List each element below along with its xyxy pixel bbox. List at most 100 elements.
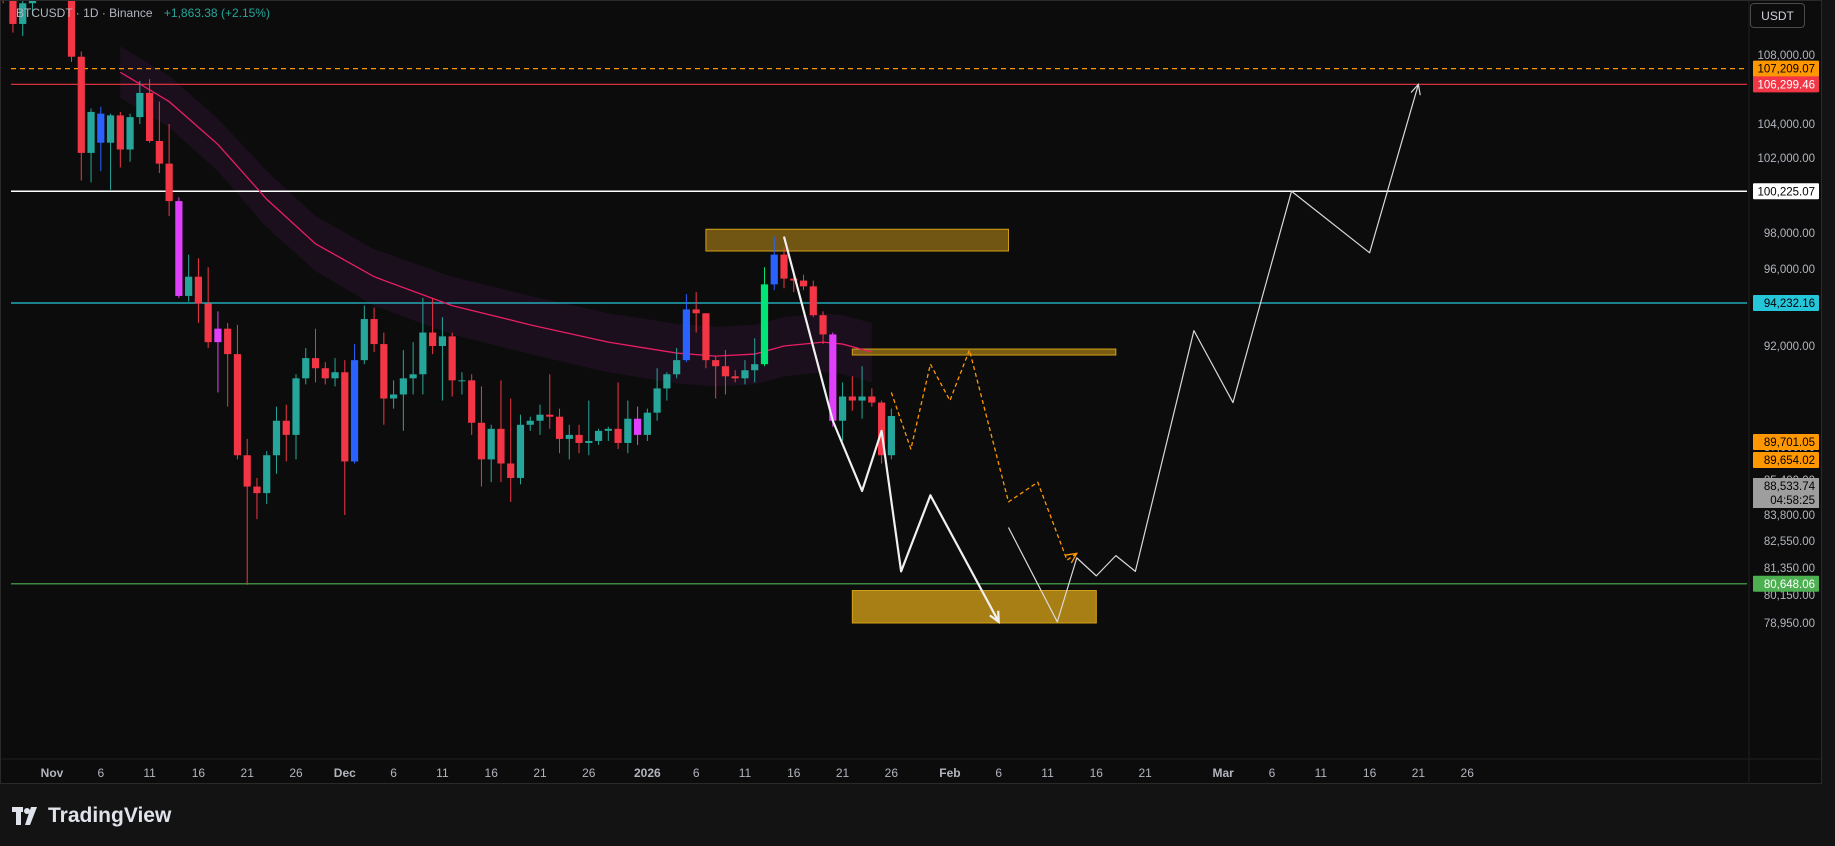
candle-2025-11-21 — [243, 438, 251, 585]
candle-body — [643, 412, 651, 435]
price-chart[interactable]: 108,000.00 104,000.00 102,000.00 98,000.00 9… — [1, 1, 1823, 785]
candle-body — [224, 328, 232, 355]
candle-2025-11-29 — [321, 362, 329, 385]
candle-body — [858, 396, 866, 401]
tradingview-brand[interactable]: TradingView — [12, 804, 171, 828]
time-axis: Nov 6 11 16 21 26 Dec 6 11 16 21 26 2026 6 11 16 21 26 Feb… — [1, 758, 1823, 780]
candle-2025-12-19 — [516, 414, 525, 485]
candle-body — [731, 376, 739, 379]
time-tick-label: 11 — [1315, 766, 1328, 780]
price-label-0: 107,209.07 — [1753, 60, 1819, 77]
candle-2026-01-24 — [868, 388, 876, 407]
candle-2025-11-22 — [253, 477, 261, 520]
candle-body — [604, 428, 612, 431]
candle-body — [136, 92, 144, 118]
candle-2025-12-29 — [614, 382, 622, 450]
time-tick-label: 11 — [143, 766, 156, 780]
chart-background-layer — [11, 46, 1747, 624]
time-tick-label: 26 — [1461, 766, 1475, 780]
candle-body — [555, 416, 564, 439]
time-tick-label: 16 — [1363, 766, 1377, 780]
candle-body — [721, 366, 730, 377]
candle-body — [253, 486, 261, 494]
candle-2025-12-01 — [341, 360, 349, 515]
candle-2025-11-19 — [224, 322, 232, 407]
candle-2025-12-15 — [477, 386, 486, 487]
candle-2025-12-06 — [390, 380, 398, 409]
candle-2025-12-13 — [458, 372, 466, 395]
candle-2025-11-04 — [77, 51, 85, 181]
time-tick-label: 11 — [436, 766, 449, 780]
legend-separator: · — [101, 6, 106, 20]
symbol-label[interactable]: BTCUSDT — [16, 6, 72, 20]
candle-body — [272, 420, 281, 456]
currency-button[interactable]: USDT — [1750, 3, 1805, 28]
candle-2025-12-25 — [575, 424, 583, 454]
tradingview-logo-icon — [12, 807, 37, 825]
time-tick-label: 6 — [97, 766, 104, 780]
candle-body — [536, 414, 544, 421]
candle-body — [692, 309, 700, 314]
footer-bar: TradingView — [0, 784, 1835, 846]
time-tick-label: 26 — [885, 766, 899, 780]
candle-body — [575, 434, 583, 443]
candle-2025-12-03 — [360, 305, 368, 365]
candle-2025-11-28 — [311, 328, 320, 383]
candle-2026-01-13 — [760, 267, 769, 367]
time-tick-label: 6 — [390, 766, 397, 780]
time-tick-label: Nov — [41, 766, 64, 780]
time-tick-label: 26 — [582, 766, 596, 780]
candle-body — [468, 380, 476, 423]
candle-body — [390, 394, 398, 399]
candle-body — [653, 388, 661, 413]
candle-body — [399, 378, 407, 395]
candle-2026-01-21 — [838, 382, 847, 441]
candle-body — [321, 368, 329, 379]
candle-body — [350, 360, 359, 462]
candle-2025-11-09 — [126, 113, 134, 162]
price-tick-label: 96,000.00 — [1764, 264, 1815, 276]
time-tick-label: 6 — [995, 766, 1002, 780]
brand-name: TradingView — [48, 804, 172, 827]
candle-body — [126, 117, 134, 150]
time-tick-label: Feb — [939, 766, 960, 780]
candle-2025-11-24 — [272, 406, 281, 474]
candle-body — [165, 163, 173, 202]
candle-2025-12-02 — [350, 344, 359, 464]
price-tick-label: 81,350.00 — [1764, 563, 1815, 575]
chart-frame[interactable]: 108,000.00 104,000.00 102,000.00 98,000.00 9… — [0, 0, 1823, 785]
interval-label[interactable]: 1D — [83, 6, 98, 20]
time-tick-label: 16 — [1090, 766, 1104, 780]
price-label-3: 94,232.16 — [1753, 295, 1819, 312]
candle-body — [438, 336, 446, 346]
candle-2026-01-15 — [780, 247, 788, 289]
price-label-text: 107,209.07 — [1757, 64, 1815, 76]
price-change-label: +1,863.38 (+2.15%) — [163, 6, 270, 20]
ema-band — [120, 46, 872, 387]
price-label-1: 106,299.46 — [1753, 76, 1819, 93]
candle-body — [887, 416, 895, 456]
price-label-text: 89,654.02 — [1764, 455, 1815, 467]
price-label-text: 89,701.05 — [1764, 437, 1815, 449]
candle-2025-11-27 — [302, 348, 310, 385]
time-tick-label: 21 — [241, 766, 255, 780]
candle-body — [175, 201, 183, 296]
candle-2025-12-16 — [487, 424, 495, 483]
candle-2026-01-18 — [809, 280, 817, 318]
candle-body — [751, 364, 759, 371]
candle-2025-12-12 — [448, 332, 456, 397]
exchange-label: Binance — [109, 6, 153, 20]
price-label-text: 80,648.06 — [1764, 579, 1815, 591]
candle-body — [370, 319, 378, 345]
price-axis: 108,000.00 104,000.00 102,000.00 98,000.00 9… — [1748, 1, 1819, 785]
candle-body — [106, 115, 115, 143]
candle-2025-11-17 — [204, 267, 212, 349]
candle-2025-12-04 — [370, 307, 378, 353]
candle-2025-12-22 — [546, 374, 554, 429]
candle-2025-12-31 — [634, 406, 642, 445]
candle-body — [28, 1, 37, 4]
candle-2025-11-14 — [175, 197, 183, 298]
candle-body — [380, 344, 388, 399]
candle-body — [712, 360, 720, 367]
price-label-text: 94,232.16 — [1764, 298, 1815, 310]
